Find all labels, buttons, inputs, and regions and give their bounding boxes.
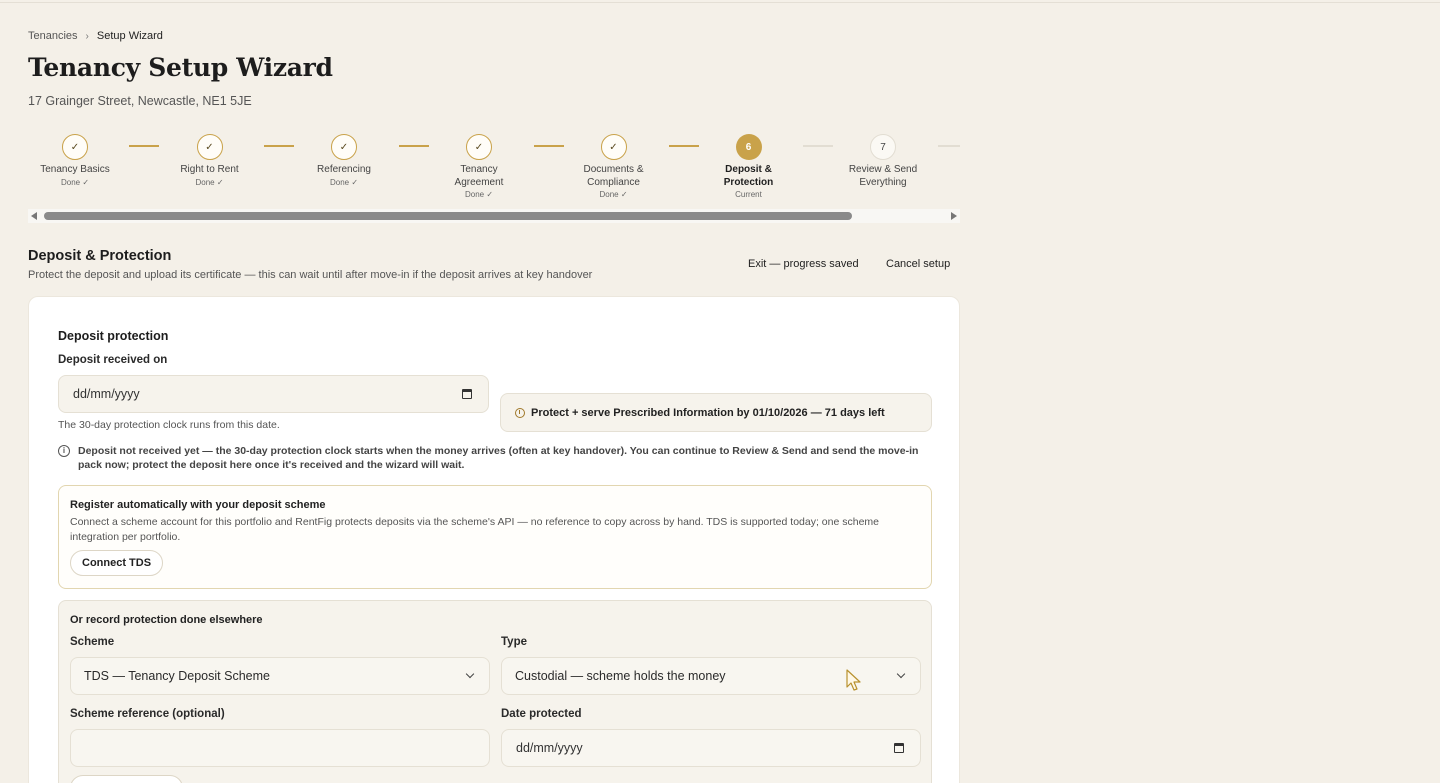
scheme-label: Scheme <box>70 636 115 648</box>
step-label: Review & Send Everything <box>848 164 918 188</box>
step-connector <box>669 145 699 147</box>
mouse-cursor-icon <box>846 669 861 691</box>
chevron-down-icon <box>896 669 906 679</box>
property-address: 17 Grainger Street, Newcastle, NE1 5JE <box>28 94 252 108</box>
step-referencing[interactable]: ✓ Referencing Done ✓ <box>297 134 391 187</box>
step-number: 7 <box>870 134 896 160</box>
step-right-to-rent[interactable]: ✓ Right to Rent Done ✓ <box>163 134 257 187</box>
step-status: Current <box>735 190 762 199</box>
step-label: Documents & Compliance <box>583 164 644 188</box>
chevron-right-icon: › <box>85 30 89 42</box>
scheme-select[interactable]: TDS — Tenancy Deposit Scheme <box>70 657 490 695</box>
date-placeholder: dd/mm/yyyy <box>516 741 583 755</box>
deadline-banner: Protect + serve Prescribed Information b… <box>500 393 932 432</box>
deposit-protection-heading: Deposit protection <box>58 329 169 343</box>
top-divider <box>0 2 1440 3</box>
page-title: Tenancy Setup Wizard <box>28 53 333 82</box>
calendar-icon[interactable] <box>894 743 904 753</box>
step-status: Done ✓ <box>599 190 628 199</box>
step-connector <box>803 145 833 147</box>
scroll-left-arrow-icon[interactable] <box>31 212 37 220</box>
check-icon: ✓ <box>62 134 88 160</box>
step-status: Done ✓ <box>60 177 90 187</box>
step-deposit-protection[interactable]: 6 Deposit & Protection Current <box>702 134 796 199</box>
step-status: Done ✓ <box>464 190 494 199</box>
breadcrumb: Tenancies › Setup Wizard <box>28 30 163 42</box>
check-icon: ✓ <box>331 134 357 160</box>
step-number: 6 <box>735 134 762 160</box>
step-review-send[interactable]: 7 Review & Send Everything <box>836 134 930 189</box>
date-protected-input[interactable]: dd/mm/yyyy <box>501 729 921 767</box>
step-connector <box>399 145 429 147</box>
step-tenancy-agreement[interactable]: ✓ Tenancy Agreement Done ✓ <box>432 134 526 199</box>
check-icon: ✓ <box>466 134 492 160</box>
deposit-received-label: Deposit received on <box>58 354 168 366</box>
breadcrumb-tenancies-link[interactable]: Tenancies <box>28 30 78 42</box>
step-status: Done ✓ <box>329 177 359 187</box>
deadline-text: Protect + serve Prescribed Information b… <box>531 406 885 419</box>
connect-tds-button[interactable]: Connect TDS <box>70 550 164 576</box>
date-placeholder: dd/mm/yyyy <box>73 387 140 401</box>
stepper-scrollbar[interactable] <box>28 209 960 223</box>
auto-register-title: Register automatically with your deposit… <box>70 499 326 511</box>
info-icon: i <box>58 445 70 457</box>
scheme-reference-input[interactable] <box>70 729 490 767</box>
date-protected-label: Date protected <box>501 708 582 720</box>
date-hint: The 30-day protection clock runs from th… <box>58 419 280 431</box>
section-title: Deposit & Protection <box>28 248 172 264</box>
step-status: Done ✓ <box>195 177 224 187</box>
step-label: Right to Rent <box>180 164 239 175</box>
deposit-card: Deposit protection Deposit received on d… <box>28 296 960 783</box>
scroll-right-arrow-icon[interactable] <box>951 212 957 220</box>
step-connector <box>129 145 159 147</box>
step-connector <box>534 145 564 147</box>
calendar-icon[interactable] <box>462 389 472 399</box>
step-tenancy-basics[interactable]: ✓ Tenancy Basics Done ✓ <box>28 134 122 187</box>
auto-register-panel: Register automatically with your deposit… <box>58 485 932 589</box>
record-elsewhere-panel: Or record protection done elsewhere Sche… <box>58 600 932 783</box>
type-label: Type <box>501 636 527 648</box>
scheme-selected-value: TDS — Tenancy Deposit Scheme <box>84 669 270 683</box>
record-elsewhere-title: Or record protection done elsewhere <box>70 614 263 626</box>
step-connector <box>938 145 960 147</box>
deposit-received-date-input[interactable]: dd/mm/yyyy <box>58 375 489 413</box>
type-selected-value: Custodial — scheme holds the money <box>515 669 726 683</box>
breadcrumb-current: Setup Wizard <box>96 30 163 42</box>
step-label: Tenancy Agreement <box>454 164 504 188</box>
chevron-down-icon <box>465 669 475 679</box>
step-label: Referencing <box>317 164 371 175</box>
info-text: Deposit not received yet — the 30-day pr… <box>78 445 919 471</box>
scrollbar-thumb[interactable] <box>44 212 852 220</box>
section-subtitle: Protect the deposit and upload its certi… <box>28 269 593 281</box>
scheme-reference-label: Scheme reference (optional) <box>70 708 225 720</box>
auto-register-description: Connect a scheme account for this portfo… <box>70 516 879 543</box>
check-icon: ✓ <box>196 134 223 160</box>
partially-visible-button[interactable] <box>70 775 183 783</box>
step-documents-compliance[interactable]: ✓ Documents & Compliance Done ✓ <box>567 134 661 199</box>
step-label: Tenancy Basics <box>40 164 110 175</box>
check-icon: ✓ <box>600 134 627 160</box>
deposit-info-notice: i Deposit not received yet — the 30-day … <box>58 444 933 472</box>
exit-progress-saved-button[interactable]: Exit — progress saved <box>748 258 859 270</box>
cancel-setup-button[interactable]: Cancel setup <box>886 258 950 270</box>
step-connector <box>264 145 294 147</box>
wizard-stepper: ✓ Tenancy Basics Done ✓ ✓ Right to Rent … <box>28 134 960 206</box>
alarm-clock-icon <box>515 407 525 418</box>
step-label: Deposit & Protection <box>723 164 774 188</box>
